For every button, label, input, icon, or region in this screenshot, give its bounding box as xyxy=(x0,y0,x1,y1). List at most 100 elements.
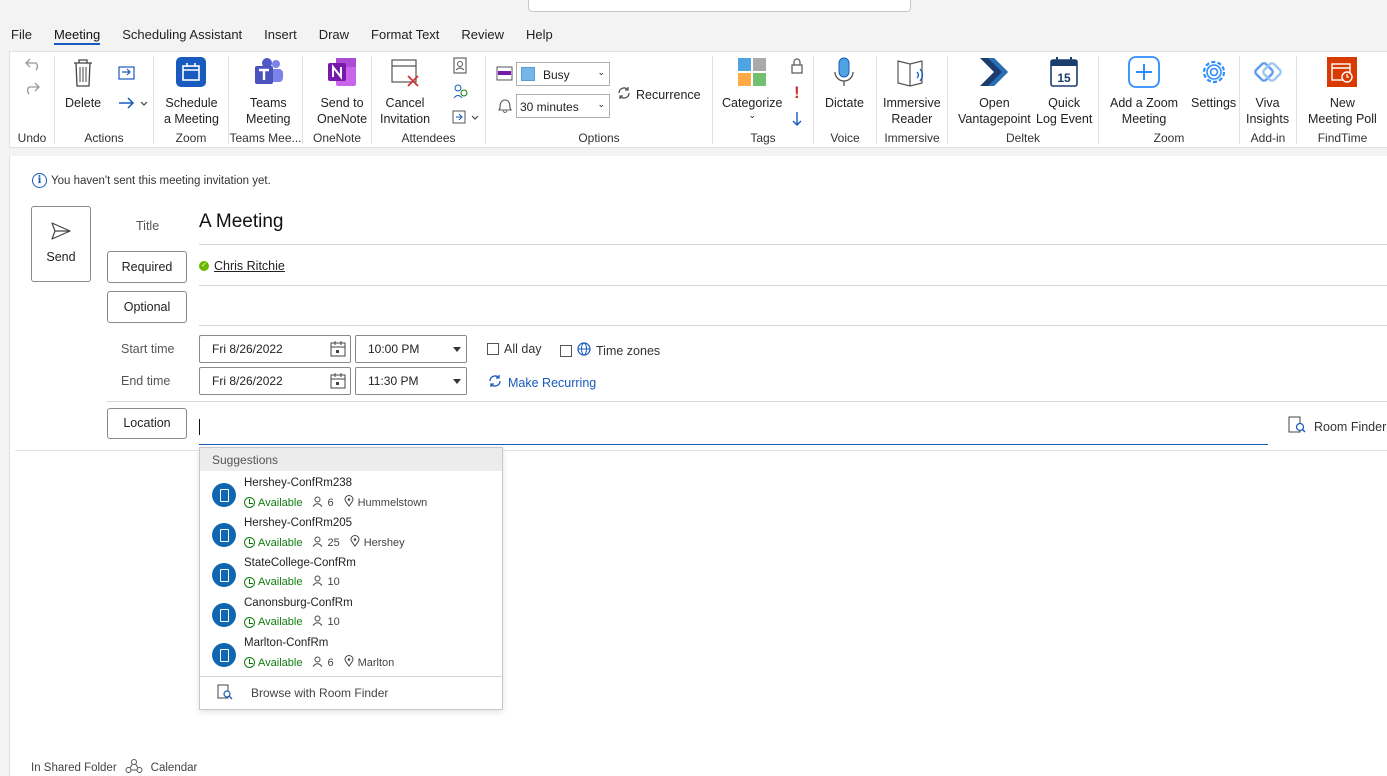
immersive-reader-button[interactable]: Immersive Reader xyxy=(883,56,941,127)
all-day-checkbox[interactable]: All day xyxy=(487,342,542,356)
room-name: StateCollege-ConfRm xyxy=(244,557,356,569)
calendar-icon[interactable] xyxy=(330,341,346,360)
group-label-deltek: Deltek xyxy=(1005,131,1040,145)
tab-draw[interactable]: Draw xyxy=(308,22,360,48)
clock-icon xyxy=(244,497,255,508)
list-item[interactable]: Marlton-ConfRm Available 6 Marlton xyxy=(200,635,502,675)
recurrence-button[interactable]: Recurrence xyxy=(616,85,701,104)
title-label: Title xyxy=(136,219,160,233)
schedule-a-meeting-button[interactable]: Schedule a Meeting xyxy=(164,56,219,127)
open-vantagepoint-button[interactable]: Open Vantagepoint xyxy=(958,56,1031,127)
person-icon xyxy=(312,536,323,550)
microphone-icon xyxy=(825,56,864,92)
categorize-button[interactable]: Categorize ⌄ xyxy=(722,56,782,120)
new-meeting-poll-button[interactable]: New Meeting Poll xyxy=(1308,56,1377,127)
start-date-picker[interactable]: Fri 8/26/2022 xyxy=(199,335,351,363)
list-item[interactable]: Hershey-ConfRm238 Available 6 Hummelstow… xyxy=(200,475,502,515)
quick-log-event-button[interactable]: 15 Quick Log Event xyxy=(1036,56,1092,127)
location-input[interactable] xyxy=(199,409,1268,445)
categorize-icon xyxy=(722,56,782,92)
redo-icon[interactable] xyxy=(24,82,42,101)
location-button[interactable]: Location xyxy=(107,408,187,439)
optional-button[interactable]: Optional xyxy=(107,291,187,323)
group-tags: Categorize ⌄ ! Tags xyxy=(713,52,813,147)
start-time-label: Start time xyxy=(121,342,175,356)
room-name: Canonsburg-ConfRm xyxy=(244,597,353,609)
shared-calendar-icon xyxy=(125,758,143,776)
start-time-dropdown[interactable]: 10:00 PM xyxy=(355,335,467,363)
browse-room-finder-button[interactable]: Browse with Room Finder xyxy=(200,676,502,709)
room-meta: Available 6 Marlton xyxy=(244,655,394,670)
add-zoom-meeting-button[interactable]: Add a Zoom Meeting xyxy=(1110,56,1178,127)
title-input[interactable]: A Meeting xyxy=(199,211,284,233)
tab-meeting[interactable]: Meeting xyxy=(43,22,111,48)
teams-meeting-button[interactable]: Teams Meeting xyxy=(246,56,290,127)
low-importance-icon[interactable] xyxy=(790,110,804,131)
tab-format-text[interactable]: Format Text xyxy=(360,22,450,48)
availability-status: Available xyxy=(244,576,302,588)
cancel-invitation-button[interactable]: Cancel Invitation xyxy=(380,56,430,127)
group-attendees: Cancel Invitation Attendees xyxy=(372,52,485,147)
required-attendees-field[interactable]: ✓ Chris Ritchie xyxy=(199,259,285,273)
tab-review[interactable]: Review xyxy=(450,22,515,48)
high-importance-icon[interactable]: ! xyxy=(794,83,800,103)
location-suggestions-dropdown: Suggestions Hershey-ConfRm238 Available … xyxy=(199,447,503,710)
calendar-icon[interactable] xyxy=(330,373,346,392)
delete-button[interactable]: Delete xyxy=(65,56,101,111)
show-as-icon xyxy=(496,66,514,85)
reminder-dropdown[interactable]: 30 minutes ⌄ xyxy=(516,94,610,118)
send-button[interactable]: Send xyxy=(31,206,91,282)
checkbox-box[interactable] xyxy=(560,344,572,357)
meeting-form: i You haven't sent this meeting invitati… xyxy=(9,156,1387,776)
folder-name[interactable]: Calendar xyxy=(151,762,198,774)
dictate-button[interactable]: Dictate xyxy=(825,56,864,111)
tab-help[interactable]: Help xyxy=(515,22,564,48)
required-button[interactable]: Required xyxy=(107,251,187,283)
end-time-dropdown[interactable]: 11:30 PM xyxy=(355,367,467,395)
chevron-down-icon: ⌄ xyxy=(597,99,605,109)
send-to-onenote-button[interactable]: Send to OneNote xyxy=(317,56,367,127)
optional-attendees-field[interactable] xyxy=(199,291,1379,323)
room-finder-button[interactable]: Room Finder xyxy=(1288,416,1386,437)
tab-scheduling-assistant[interactable]: Scheduling Assistant xyxy=(111,22,253,48)
viva-insights-button[interactable]: Viva Insights xyxy=(1246,56,1289,127)
attendee-name[interactable]: Chris Ritchie xyxy=(214,259,285,273)
search-box[interactable] xyxy=(528,0,911,12)
list-item[interactable]: StateCollege-ConfRm Available 10 xyxy=(200,555,502,595)
undo-icon[interactable] xyxy=(24,58,42,77)
room-icon xyxy=(212,523,236,547)
group-options: Busy ⌄ 30 minutes ⌄ Recurrence Options xyxy=(486,52,712,147)
group-label-zoom: Zoom xyxy=(175,131,207,145)
end-date-picker[interactable]: Fri 8/26/2022 xyxy=(199,367,351,395)
tab-insert[interactable]: Insert xyxy=(253,22,308,48)
move-to-folder-icon[interactable] xyxy=(117,64,137,85)
teams-icon xyxy=(246,56,290,92)
calendar-15-icon: 15 xyxy=(1036,56,1092,92)
availability-status: Available xyxy=(244,497,302,509)
private-lock-icon[interactable] xyxy=(790,57,804,78)
globe-icon xyxy=(577,342,591,359)
person-icon xyxy=(312,615,323,629)
response-options-icon[interactable] xyxy=(452,108,482,129)
room-finder-icon xyxy=(1288,416,1306,437)
list-item[interactable]: Canonsburg-ConfRm Available 10 xyxy=(200,595,502,635)
cancel-calendar-icon xyxy=(380,56,430,92)
location-pin-icon xyxy=(344,495,354,510)
location-pin-icon xyxy=(350,535,360,550)
list-item[interactable]: Hershey-ConfRm205 Available 25 Hershey xyxy=(200,515,502,555)
show-as-dropdown[interactable]: Busy ⌄ xyxy=(516,62,610,86)
forward-arrow-icon[interactable] xyxy=(117,96,151,113)
tab-file[interactable]: File xyxy=(0,22,43,48)
address-book-icon[interactable] xyxy=(452,57,468,78)
make-recurring-link[interactable]: Make Recurring xyxy=(487,373,596,392)
gear-icon xyxy=(1191,56,1236,92)
availability-status: Available xyxy=(244,657,302,669)
checkbox-box[interactable] xyxy=(487,343,499,355)
chevron-down-icon: ⌄ xyxy=(597,67,605,77)
zoom-settings-button[interactable]: Settings xyxy=(1191,56,1236,111)
shared-folder-footer: In Shared Folder Calendar xyxy=(31,758,197,776)
check-names-icon[interactable] xyxy=(452,82,470,103)
room-meta: Available 25 Hershey xyxy=(244,535,405,550)
check-circle-icon: ✓ xyxy=(199,261,209,271)
time-zones-checkbox[interactable]: Time zones xyxy=(560,342,660,359)
